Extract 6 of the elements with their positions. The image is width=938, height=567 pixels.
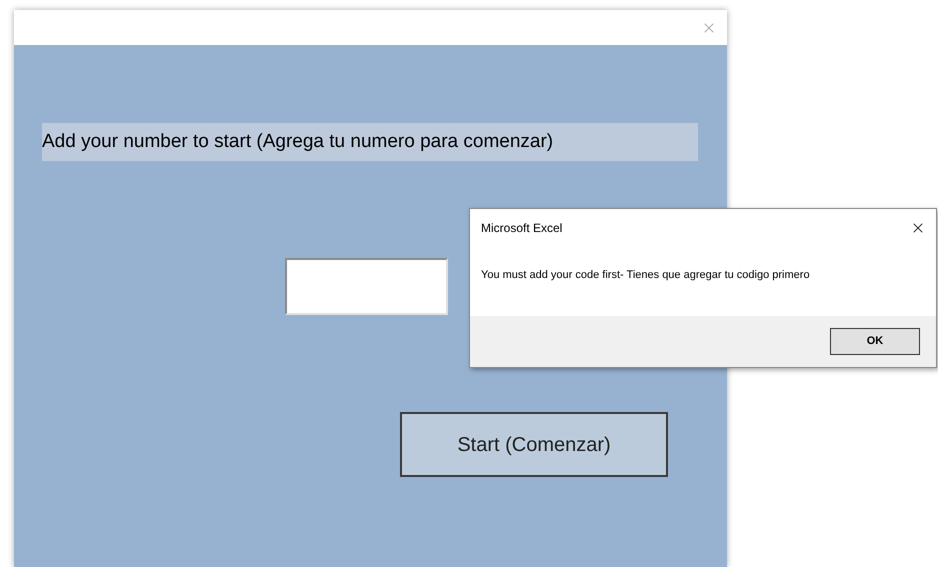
start-button[interactable]: Start (Comenzar) — [400, 412, 668, 477]
code-input-field[interactable] — [285, 258, 448, 315]
prompt-label: Add your number to start (Agrega tu numero para comenzar) — [42, 130, 554, 154]
ok-button[interactable]: OK — [830, 328, 920, 355]
dialog-message: You must add your code first- Tienes que agregar tu codigo primero — [481, 269, 810, 281]
dialog-title: Microsoft Excel — [481, 220, 562, 237]
